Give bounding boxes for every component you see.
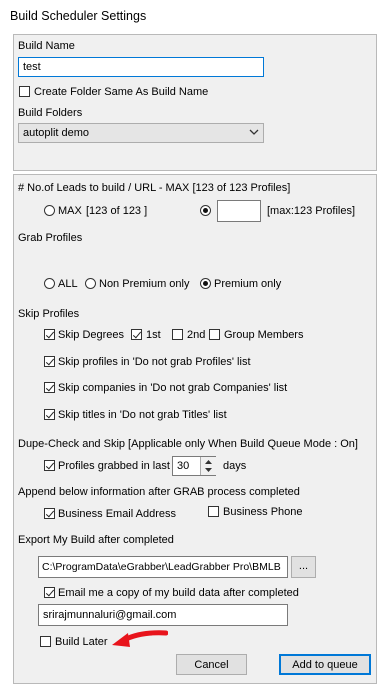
create-folder-checkbox[interactable] (19, 86, 30, 97)
custom-count-hint: [max:123 Profiles] (267, 205, 356, 217)
email-input[interactable]: srirajmunnaluri@gmail.com (38, 604, 288, 626)
second-degree-label: 2nd (187, 329, 206, 341)
grab-non-premium-label: Non Premium only (99, 278, 190, 290)
first-degree-checkbox[interactable] (131, 329, 142, 340)
first-degree-label: 1st (146, 329, 161, 341)
business-email-checkbox[interactable] (44, 508, 55, 519)
grab-premium-label: Premium only (214, 278, 282, 290)
append-label: Append below information after GRAB proc… (18, 486, 300, 498)
grab-profiles-label: Grab Profiles (18, 232, 83, 244)
skip-titles-list-checkbox[interactable] (44, 409, 55, 420)
browse-button[interactable]: ... (291, 556, 316, 578)
custom-count-input[interactable] (217, 200, 261, 222)
business-phone-checkbox[interactable] (208, 506, 219, 517)
export-path-input[interactable]: C:\ProgramData\eGrabber\LeadGrabber Pro\… (38, 556, 288, 578)
build-name-label: Build Name (18, 40, 75, 52)
max-radio-label: MAX (58, 205, 82, 217)
days-spin-buttons (200, 457, 216, 475)
second-degree-checkbox[interactable] (172, 329, 183, 340)
create-folder-label: Create Folder Same As Build Name (34, 86, 209, 98)
cancel-button[interactable]: Cancel (176, 654, 247, 675)
add-to-queue-button[interactable]: Add to queue (279, 654, 371, 675)
red-arrow-icon (108, 625, 169, 651)
email-copy-checkbox[interactable] (44, 587, 55, 598)
business-phone-label: Business Phone (223, 506, 303, 518)
dupe-check-label: Dupe-Check and Skip [Applicable only Whe… (18, 438, 358, 450)
build-later-checkbox[interactable] (40, 636, 51, 647)
profiles-grabbed-checkbox[interactable] (44, 460, 55, 471)
max-radio[interactable] (44, 205, 55, 216)
skip-profiles-list-checkbox[interactable] (44, 356, 55, 367)
skip-degrees-label: Skip Degrees (58, 329, 125, 341)
group-members-label: Group Members (224, 329, 304, 341)
business-email-label: Business Email Address (58, 508, 176, 520)
build-name-input[interactable]: test (18, 57, 264, 77)
skip-titles-list-label: Skip titles in 'Do not grab Titles' list (58, 409, 227, 421)
build-folders-select[interactable]: autoplit demo (18, 123, 264, 143)
grab-all-radio[interactable] (44, 278, 55, 289)
build-folders-label: Build Folders (18, 107, 83, 119)
build-folders-value: autoplit demo (23, 127, 90, 139)
group-members-checkbox[interactable] (209, 329, 220, 340)
skip-companies-list-label: Skip companies in 'Do not grab Companies… (58, 382, 288, 394)
email-copy-label: Email me a copy of my build data after c… (58, 587, 299, 599)
grab-premium-radio[interactable] (200, 278, 211, 289)
skip-profiles-label: Skip Profiles (18, 308, 80, 320)
export-label: Export My Build after completed (18, 534, 174, 546)
max-value: [123 of 123 ] (86, 205, 148, 217)
build-later-label: Build Later (55, 636, 108, 648)
skip-profiles-list-label: Skip profiles in 'Do not grab Profiles' … (58, 356, 251, 368)
grab-non-premium-radio[interactable] (85, 278, 96, 289)
days-value: 30 (177, 460, 190, 472)
build-name-group (13, 34, 377, 171)
days-unit: days (223, 460, 247, 472)
leads-label: # No.of Leads to build / URL - MAX [123 … (18, 182, 291, 194)
custom-count-radio[interactable] (200, 205, 211, 216)
arrow-down-icon[interactable] (201, 466, 216, 475)
chevron-down-icon (248, 126, 260, 138)
window-title: Build Scheduler Settings (10, 9, 147, 23)
skip-degrees-checkbox[interactable] (44, 329, 55, 340)
skip-companies-list-checkbox[interactable] (44, 382, 55, 393)
grab-all-label: ALL (58, 278, 78, 290)
profiles-grabbed-label: Profiles grabbed in last (58, 460, 170, 472)
